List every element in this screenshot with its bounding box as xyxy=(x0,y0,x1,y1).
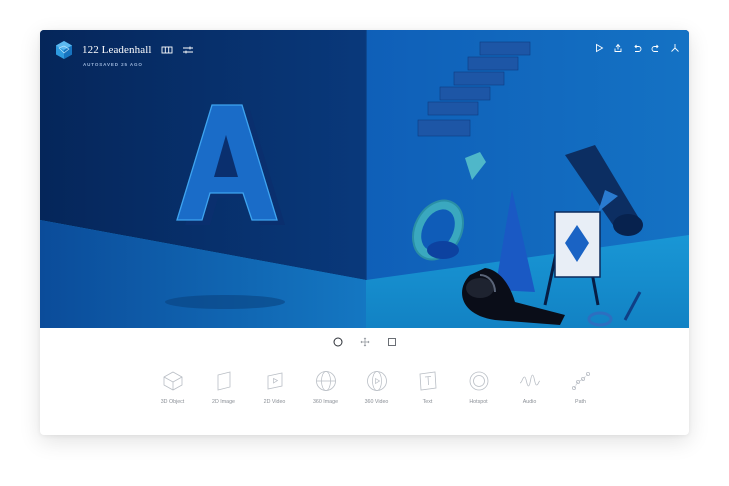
cube-icon xyxy=(163,371,182,391)
hotspot-icon xyxy=(469,371,488,391)
tool-label: 360 Image xyxy=(312,399,339,405)
tool-label: 3D Object xyxy=(160,399,185,405)
tool-label: Text xyxy=(422,399,433,405)
settings-sliders-icon[interactable] xyxy=(182,44,194,56)
project-title: 122 Leadenhall xyxy=(82,44,152,56)
square-view-icon[interactable] xyxy=(387,337,397,347)
undo-icon[interactable] xyxy=(632,43,642,53)
tool-3d-object[interactable]: 3D Object xyxy=(147,369,198,405)
scene-artwork xyxy=(40,30,689,328)
tool-text[interactable]: Text xyxy=(402,369,453,405)
move-icon[interactable] xyxy=(360,337,370,347)
audio-wave-icon xyxy=(519,374,540,387)
sphere-view-icon[interactable] xyxy=(333,337,343,347)
video-plane-icon xyxy=(267,372,282,390)
compass-icon[interactable] xyxy=(670,43,680,53)
tool-label: 2D Image xyxy=(212,399,235,405)
logo-icon[interactable] xyxy=(54,40,74,60)
tool-hotspot[interactable]: Hotspot xyxy=(453,369,504,405)
header-left: 122 Leadenhall xyxy=(54,40,194,60)
tool-label: 360 Video xyxy=(364,399,389,405)
tool-2d-image[interactable]: 2D Image xyxy=(198,369,249,405)
text-icon xyxy=(419,371,436,391)
tool-path[interactable]: Path xyxy=(555,369,606,405)
tool-label: 2D Video xyxy=(263,399,286,405)
map-icon[interactable] xyxy=(161,44,173,56)
tool-label: Hotspot xyxy=(469,399,488,405)
scene-viewport[interactable]: 122 Leadenhall AUTOSAVED 25 AGO xyxy=(40,30,689,328)
tool-label: Audio xyxy=(522,399,537,405)
header-right xyxy=(585,43,680,53)
image-plane-icon xyxy=(217,371,230,391)
add-content-toolbar: 3D Object 2D Image 2D Video 360 Image 36… xyxy=(147,369,606,405)
path-icon xyxy=(571,372,590,390)
editor-window: 122 Leadenhall AUTOSAVED 25 AGO 3D Objec… xyxy=(40,30,689,435)
tool-audio[interactable]: Audio xyxy=(504,369,555,405)
share-icon[interactable] xyxy=(613,43,623,53)
tool-360-video[interactable]: 360 Video xyxy=(351,369,402,405)
globe-icon xyxy=(315,371,336,391)
play-icon[interactable] xyxy=(594,43,604,53)
redo-icon[interactable] xyxy=(651,43,661,53)
view-mode-switcher xyxy=(40,337,689,347)
tool-label: Path xyxy=(575,399,586,405)
tool-360-image[interactable]: 360 Image xyxy=(300,369,351,405)
autosave-status: AUTOSAVED 25 AGO xyxy=(83,62,143,67)
globe-video-icon xyxy=(366,371,387,391)
tool-2d-video[interactable]: 2D Video xyxy=(249,369,300,405)
